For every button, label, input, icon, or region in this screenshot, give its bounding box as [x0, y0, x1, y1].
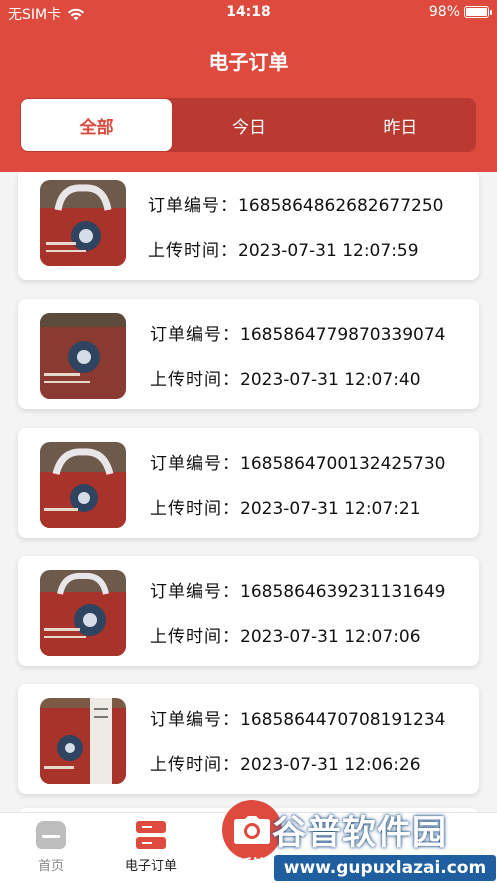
- status-bar: 无SIM卡 14:18 98%: [0, 0, 497, 26]
- upload-time: 2023-07-31 12:07:06: [240, 627, 421, 647]
- order-card[interactable]: 订单编号：1685864700132425730 上传时间：2023-07-31…: [18, 428, 479, 538]
- order-number: 1685864639231131649: [240, 582, 446, 602]
- tab-all[interactable]: 全部: [21, 99, 173, 151]
- order-number-row: 订单编号：1685864470708191234: [150, 705, 446, 730]
- order-info: 订单编号：1685864862682677250 上传时间：2023-07-31…: [148, 172, 468, 280]
- upload-time: 2023-07-31 12:06:26: [240, 755, 421, 775]
- order-photo[interactable]: [40, 698, 126, 784]
- order-info: 订单编号：1685864470708191234 上传时间：2023-07-31…: [150, 684, 470, 794]
- upload-time-label: 上传时间：: [150, 499, 240, 519]
- order-number-label: 订单编号：: [148, 196, 238, 216]
- order-number-label: 订单编号：: [150, 582, 240, 602]
- upload-time-row: 上传时间：2023-07-31 12:06:26: [150, 750, 421, 775]
- page-title: 电子订单: [208, 50, 289, 74]
- order-photo[interactable]: [40, 442, 126, 528]
- battery-level: [466, 8, 487, 16]
- order-number-row: 订单编号：1685864862682677250: [148, 191, 444, 216]
- tab-orders[interactable]: 电子订单: [106, 821, 196, 874]
- app-header: 无SIM卡 14:18 98% 电子订单 全部 今日 昨日: [0, 0, 497, 172]
- upload-time-label: 上传时间：: [150, 627, 240, 647]
- upload-time: 2023-07-31 12:07:40: [240, 370, 421, 390]
- order-number: 1685864470708191234: [240, 710, 446, 730]
- order-number-label: 订单编号：: [150, 325, 240, 345]
- upload-time-row: 上传时间：2023-07-31 12:07:06: [150, 622, 421, 647]
- order-number-label: 订单编号：: [150, 454, 240, 474]
- order-number: 1685864779870339074: [240, 325, 446, 345]
- battery-percent: 98%: [428, 4, 460, 20]
- upload-time-label: 上传时间：: [148, 241, 238, 261]
- product-photo-icon: [40, 570, 126, 656]
- order-number-row: 订单编号：1685864779870339074: [150, 320, 446, 345]
- watermark-text: 谷普软件园: [272, 813, 447, 853]
- upload-time-row: 上传时间：2023-07-31 12:07:40: [150, 365, 421, 390]
- product-photo-icon: [40, 698, 126, 784]
- order-number: 1685864700132425730: [240, 454, 446, 474]
- tab-today[interactable]: 今日: [173, 98, 324, 152]
- product-photo-icon: [40, 313, 126, 399]
- status-time: 14:18: [226, 4, 271, 20]
- order-card[interactable]: 订单编号：1685864639231131649 上传时间：2023-07-31…: [18, 556, 479, 666]
- battery-icon: [464, 6, 492, 18]
- watermark: 谷普软件园 www.gupuxlazai.com: [272, 805, 497, 883]
- upload-time-row: 上传时间：2023-07-31 12:07:21: [150, 494, 421, 519]
- order-number-row: 订单编号：1685864639231131649: [150, 577, 446, 602]
- order-photo[interactable]: [40, 313, 126, 399]
- upload-time-label: 上传时间：: [150, 370, 240, 390]
- order-card[interactable]: 订单编号：1685864470708191234 上传时间：2023-07-31…: [18, 684, 479, 794]
- order-list-icon: [136, 821, 166, 849]
- tab-home-label: 首页: [37, 859, 64, 874]
- order-card[interactable]: 订单编号：1685864779870339074 上传时间：2023-07-31…: [18, 299, 479, 409]
- upload-time: 2023-07-31 12:07:21: [240, 499, 421, 519]
- tab-orders-label: 电子订单: [124, 859, 177, 874]
- upload-time-label: 上传时间：: [150, 755, 240, 775]
- order-number: 1685864862682677250: [238, 196, 444, 216]
- order-card[interactable]: 订单编号：1685864862682677250 上传时间：2023-07-31…: [18, 172, 479, 280]
- order-info: 订单编号：1685864779870339074 上传时间：2023-07-31…: [150, 299, 470, 409]
- order-info: 订单编号：1685864700132425730 上传时间：2023-07-31…: [150, 428, 470, 538]
- order-number-label: 订单编号：: [150, 710, 240, 730]
- order-photo[interactable]: [40, 570, 126, 656]
- filter-tabs: 全部 今日 昨日: [20, 98, 476, 152]
- product-photo-icon: [40, 442, 126, 528]
- watermark-url: www.gupuxlazai.com: [274, 855, 496, 881]
- product-photo-icon: [40, 180, 126, 266]
- tab-home[interactable]: 首页: [6, 821, 96, 874]
- home-icon: [36, 821, 66, 849]
- tab-yesterday[interactable]: 昨日: [325, 98, 476, 152]
- upload-time-row: 上传时间：2023-07-31 12:07:59: [148, 236, 419, 261]
- order-list[interactable]: 订单编号：1685864862682677250 上传时间：2023-07-31…: [0, 172, 497, 812]
- order-photo[interactable]: [40, 180, 126, 266]
- order-number-row: 订单编号：1685864700132425730: [150, 449, 446, 474]
- upload-time: 2023-07-31 12:07:59: [238, 241, 419, 261]
- status-right: 98%: [428, 4, 492, 20]
- order-info: 订单编号：1685864639231131649 上传时间：2023-07-31…: [150, 556, 470, 666]
- camera-icon: [234, 816, 270, 844]
